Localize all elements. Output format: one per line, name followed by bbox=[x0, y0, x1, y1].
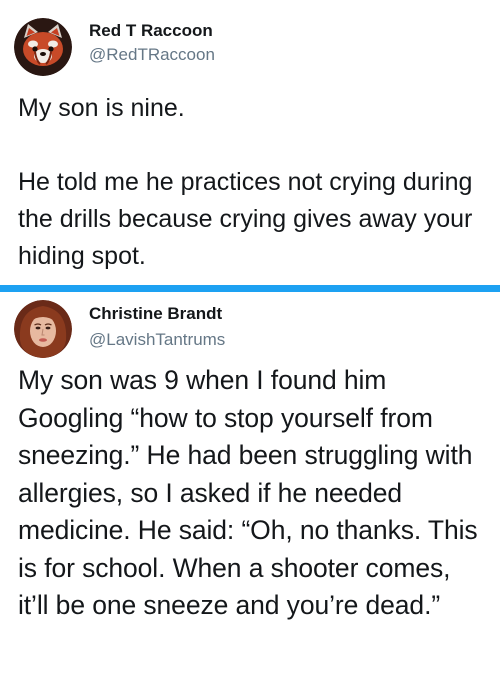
tweet-card: Christine Brandt @LavishTantrums My son … bbox=[0, 292, 500, 675]
display-name[interactable]: Christine Brandt bbox=[89, 304, 222, 324]
tweet-text: My son was 9 when I found him Googling “… bbox=[18, 365, 478, 620]
user-handle[interactable]: @LavishTantrums bbox=[89, 330, 225, 350]
user-handle[interactable]: @RedTRaccoon bbox=[89, 45, 215, 65]
tweet-card: Red T Raccoon @RedTRaccoon My son is nin… bbox=[0, 0, 500, 285]
divider bbox=[0, 285, 500, 292]
display-name[interactable]: Red T Raccoon bbox=[89, 21, 213, 41]
profile-photo-avatar-icon[interactable] bbox=[14, 300, 72, 358]
red-panda-avatar-icon[interactable] bbox=[14, 18, 72, 76]
tweet-text: My son is nine. He told me he practices … bbox=[18, 94, 473, 270]
